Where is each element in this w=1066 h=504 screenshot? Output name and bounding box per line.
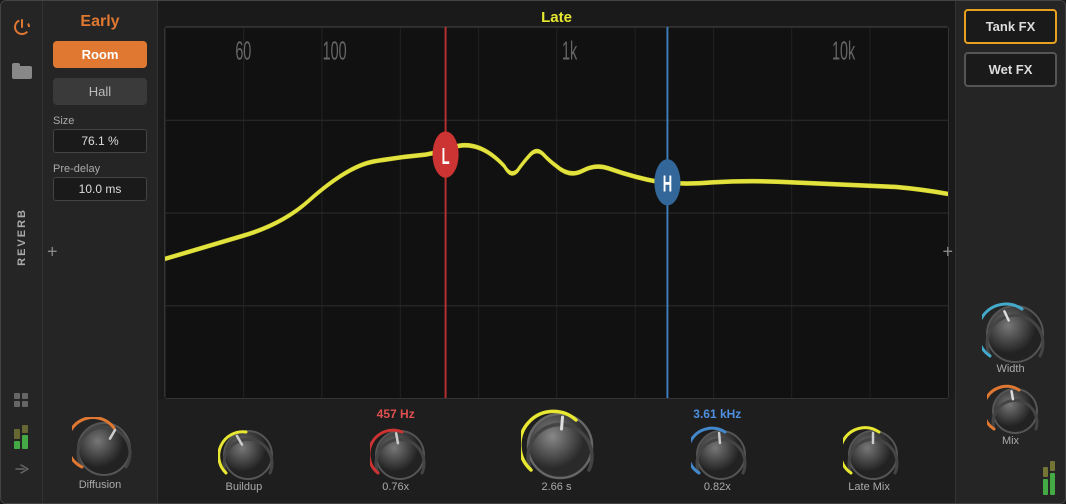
- size-label: Size: [53, 115, 147, 127]
- arrow-icon[interactable]: [10, 457, 34, 481]
- decay-group: 2.66 s: [521, 407, 591, 493]
- predelay-label: Pre-delay: [53, 163, 147, 175]
- tankfx-button[interactable]: Tank FX: [964, 9, 1057, 44]
- hall-button[interactable]: Hall: [53, 78, 147, 105]
- latemix-group: Late Mix: [843, 425, 895, 493]
- level-meter-icon: [10, 423, 34, 447]
- plus-left-button[interactable]: +: [47, 242, 58, 263]
- frequency-display: 60 100 1k 10k L H: [164, 26, 949, 399]
- left-sidebar: REVERB: [1, 1, 43, 503]
- diffusion-knob[interactable]: [72, 417, 128, 473]
- wetfx-button[interactable]: Wet FX: [964, 52, 1057, 87]
- buildup-knob[interactable]: [218, 425, 270, 477]
- predelay-value[interactable]: 10.0 ms: [53, 177, 147, 201]
- plus-right-button[interactable]: +: [942, 242, 953, 263]
- room-button[interactable]: Room: [53, 41, 147, 68]
- grid-icon[interactable]: [10, 389, 34, 413]
- decay-knob[interactable]: [521, 407, 591, 477]
- size-section: Size 76.1 %: [53, 115, 147, 153]
- highshelf-knob[interactable]: [691, 425, 743, 477]
- folder-icon[interactable]: [8, 57, 36, 85]
- plugin-container: REVERB: [0, 0, 1066, 504]
- highshelf-group: 3.61 kHz 0.82x: [691, 407, 743, 493]
- svg-text:100: 100: [323, 37, 347, 65]
- diffusion-area: Diffusion: [53, 417, 147, 491]
- latemix-knob[interactable]: [843, 425, 895, 477]
- late-header: Late: [158, 1, 955, 26]
- width-group: Width: [982, 301, 1040, 375]
- right-panel: Tank FX Wet FX Width: [955, 1, 1065, 503]
- svg-text:60: 60: [235, 37, 251, 65]
- svg-text:L: L: [442, 143, 450, 169]
- sidebar-bottom: [10, 389, 34, 491]
- mix-group: Mix: [987, 383, 1035, 447]
- size-value[interactable]: 76.1 %: [53, 129, 147, 153]
- mix-knob[interactable]: [987, 383, 1035, 431]
- bottom-knobs-row: Buildup 457 Hz 0.76x: [158, 399, 955, 503]
- buildup-group: Buildup: [218, 425, 270, 493]
- early-title: Early: [53, 13, 147, 31]
- svg-text:1k: 1k: [562, 37, 578, 65]
- svg-text:10k: 10k: [832, 37, 856, 65]
- power-button[interactable]: [8, 13, 36, 41]
- width-knob[interactable]: [982, 301, 1040, 359]
- plugin-label: REVERB: [16, 208, 28, 266]
- predelay-section: Pre-delay 10.0 ms: [53, 163, 147, 201]
- freq-red-tag: 457 Hz: [377, 407, 415, 421]
- lowshelf-knob[interactable]: [370, 425, 422, 477]
- lowshelf-group: 457 Hz 0.76x: [370, 407, 422, 493]
- main-area: Late 60 100 1k 1: [158, 1, 955, 503]
- right-level-meter: [1043, 455, 1057, 495]
- freq-blue-tag: 3.61 kHz: [693, 407, 741, 421]
- svg-text:H: H: [663, 171, 672, 197]
- early-panel: Early Room Hall Size 76.1 % Pre-delay 10…: [43, 1, 158, 503]
